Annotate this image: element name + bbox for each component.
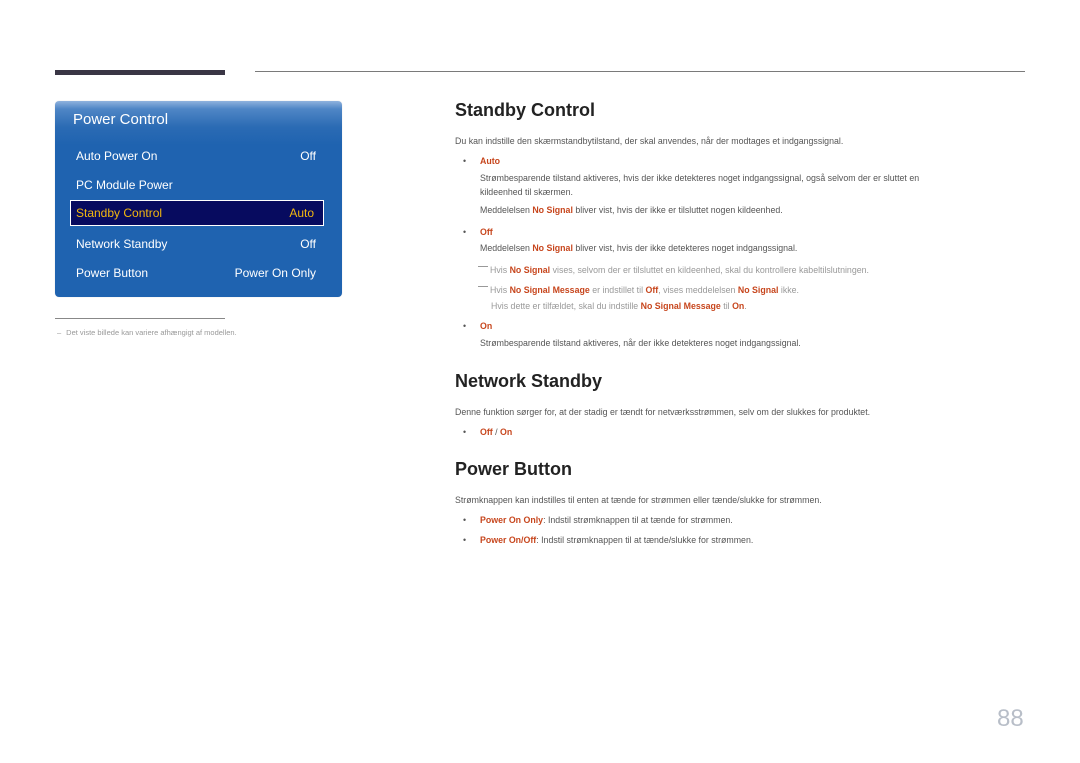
bullet: • bbox=[463, 535, 467, 545]
auto-message: Meddelelsen No Signal bliver vist, hvis … bbox=[480, 205, 783, 215]
highlight: No Signal Message bbox=[640, 301, 721, 311]
text: til bbox=[720, 301, 733, 311]
highlight-no-signal: No Signal bbox=[532, 243, 573, 253]
text: Hvis bbox=[490, 285, 510, 295]
highlight: On bbox=[732, 301, 745, 311]
menu-item-label: Power Button bbox=[76, 266, 149, 280]
text: Hvis dette er tilfældet, skal du indstil… bbox=[491, 301, 641, 311]
highlight: No Signal bbox=[737, 285, 779, 295]
network-intro: Denne funktion sørger for, at der stadig… bbox=[455, 407, 871, 417]
highlight: Off bbox=[645, 285, 659, 295]
standby-intro: Du kan indstille den skærmstandbytilstan… bbox=[455, 136, 844, 146]
text: Meddelelsen bbox=[480, 205, 533, 215]
footnote-dash: – bbox=[57, 328, 62, 337]
header-rule-thin bbox=[255, 71, 1025, 72]
auto-desc-line2: kildeenhed til skærmen. bbox=[480, 187, 573, 197]
bullet: • bbox=[463, 427, 467, 437]
heading-network-standby: Network Standby bbox=[455, 371, 603, 391]
separator: / bbox=[492, 427, 501, 437]
off-message: Meddelelsen No Signal bliver vist, hvis … bbox=[480, 243, 797, 253]
menu-item-auto-power-on[interactable]: Auto Power On Off bbox=[76, 145, 316, 167]
menu-item-label: Standby Control bbox=[76, 206, 163, 220]
note-dash bbox=[478, 286, 488, 287]
menu-item-value: Auto bbox=[289, 206, 314, 220]
text: , vises meddelelsen bbox=[658, 285, 738, 295]
text: ikke. bbox=[778, 285, 800, 295]
option-on: On bbox=[480, 321, 493, 331]
menu-item-label: Network Standby bbox=[76, 237, 168, 251]
menu-item-label: PC Module Power bbox=[76, 178, 173, 192]
text: : Indstil strømknappen til at tænde for … bbox=[543, 515, 733, 525]
menu-item-standby-control[interactable]: Standby Control Auto bbox=[70, 200, 324, 226]
text: : Indstil strømknappen til at tænde/sluk… bbox=[536, 535, 754, 545]
menu-item-value: Off bbox=[300, 237, 316, 251]
option-on: On bbox=[500, 427, 513, 437]
on-desc: Strømbesparende tilstand aktiveres, når … bbox=[480, 338, 801, 348]
text: Meddelelsen bbox=[480, 243, 533, 253]
highlight: No Signal bbox=[509, 265, 551, 275]
option-power-on-only: Power On Only bbox=[480, 515, 544, 525]
text: vises, selvom der er tilsluttet en kilde… bbox=[550, 265, 869, 275]
page-number: 88 bbox=[997, 705, 1024, 732]
bullet: • bbox=[463, 321, 467, 331]
header-rule-thick bbox=[55, 70, 225, 75]
text: . bbox=[744, 301, 747, 311]
note-cable-check: Hvis No Signal vises, selvom der er tils… bbox=[478, 265, 869, 275]
menu-title: Power Control bbox=[73, 111, 169, 128]
option-auto: Auto bbox=[480, 156, 501, 166]
footnote: – Det viste billede kan variere afhængigt… bbox=[57, 328, 237, 337]
note-dash bbox=[478, 266, 488, 267]
power-option-item: Power On/Off: Indstil strømknappen til a… bbox=[480, 535, 753, 545]
menu-item-network-standby[interactable]: Network Standby Off bbox=[76, 233, 316, 255]
text: bliver vist, hvis der ikke er tilsluttet… bbox=[572, 205, 783, 215]
menu-item-value: Off bbox=[300, 149, 316, 163]
option-off: Off bbox=[480, 427, 493, 437]
menu-item-power-button[interactable]: Power Button Power On Only bbox=[76, 262, 316, 284]
highlight-no-signal: No Signal bbox=[532, 205, 573, 215]
note-no-signal-message-cont: Hvis dette er tilfældet, skal du indstil… bbox=[491, 301, 747, 311]
menu-item-label: Auto Power On bbox=[76, 149, 158, 163]
footnote-divider bbox=[55, 318, 225, 319]
option-power-on-off: Power On/Off bbox=[480, 535, 537, 545]
footnote-text: Det viste billede kan variere afhængigt … bbox=[66, 328, 237, 337]
network-options: Off / On bbox=[480, 427, 512, 437]
power-option-item: Power On Only: Indstil strømknappen til … bbox=[480, 515, 733, 525]
menu-item-pc-module-power[interactable]: PC Module Power bbox=[76, 174, 316, 196]
heading-standby-control: Standby Control bbox=[455, 100, 595, 120]
heading-power-button: Power Button bbox=[455, 459, 572, 479]
text: Hvis bbox=[490, 265, 510, 275]
bullet: • bbox=[463, 227, 467, 237]
option-off: Off bbox=[480, 227, 493, 237]
power-button-intro: Strømknappen kan indstilles til enten at… bbox=[455, 495, 822, 505]
power-control-menu: Power Control Auto Power On Off PC Modul… bbox=[55, 101, 342, 297]
menu-item-value: Power On Only bbox=[234, 266, 316, 280]
text: bliver vist, hvis der ikke detekteres no… bbox=[572, 243, 798, 253]
highlight: No Signal Message bbox=[509, 285, 590, 295]
bullet: • bbox=[463, 515, 467, 525]
auto-desc-line1: Strømbesparende tilstand aktiveres, hvis… bbox=[480, 173, 920, 183]
text: er indstillet til bbox=[589, 285, 646, 295]
bullet: • bbox=[463, 156, 467, 166]
note-no-signal-message: Hvis No Signal Message er indstillet til… bbox=[478, 285, 799, 295]
